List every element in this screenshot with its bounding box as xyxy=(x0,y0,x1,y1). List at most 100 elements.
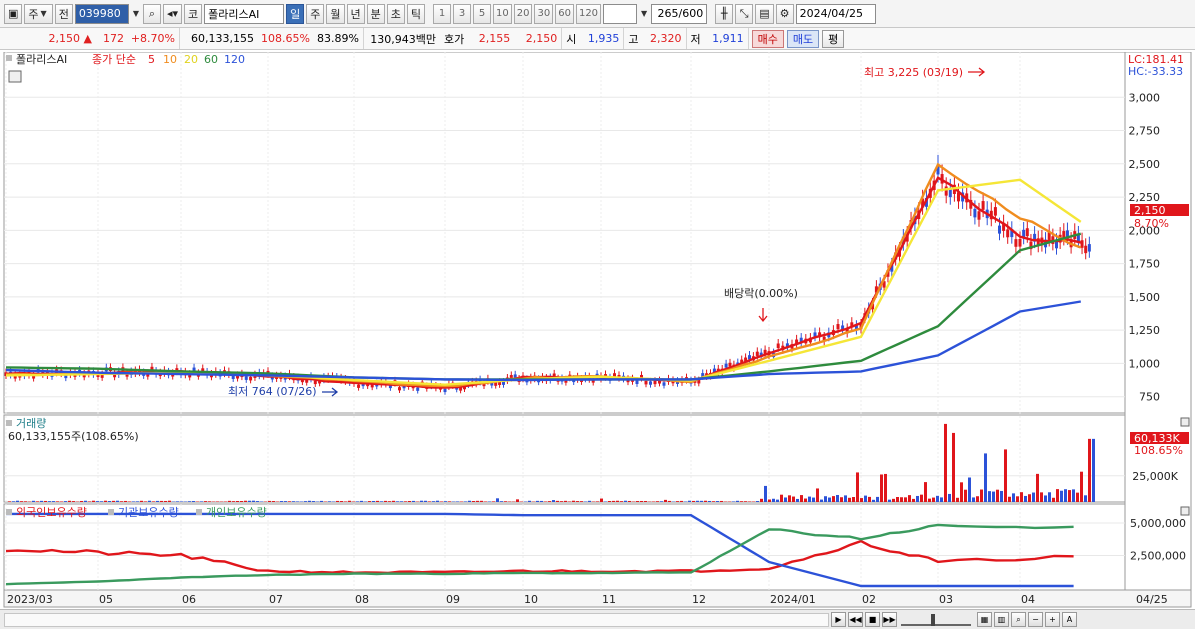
change-value: 172 xyxy=(103,32,124,45)
split-icon[interactable]: ▥ xyxy=(994,612,1009,627)
volume-bar xyxy=(600,498,603,502)
volume-bar xyxy=(896,497,899,502)
volume-bar xyxy=(228,500,231,502)
prev-button[interactable]: 전 xyxy=(54,3,73,24)
volume-bar xyxy=(1036,473,1039,502)
volume-bar xyxy=(536,500,539,502)
volume-bar xyxy=(60,501,63,502)
interval-20[interactable]: 20 xyxy=(513,3,533,24)
interval-custom-input[interactable] xyxy=(603,3,638,24)
stock-chart[interactable]: 7501,0001,2501,5001,7502,0002,2502,5002,… xyxy=(0,52,1195,609)
volume-bar xyxy=(1064,489,1067,502)
stock-code-input[interactable]: 039980 xyxy=(74,3,129,24)
period-second-tab[interactable]: 초 xyxy=(386,3,405,24)
market-select[interactable]: 주 ▼ xyxy=(24,3,53,24)
scroll-last-icon[interactable]: ▶▶ xyxy=(882,612,897,627)
window-icon[interactable]: ▣ xyxy=(4,3,23,24)
volume-bar xyxy=(1024,495,1027,502)
interval-5[interactable]: 5 xyxy=(473,3,492,24)
x-tick-label: 2024/01 xyxy=(770,593,816,606)
gear-icon[interactable]: ⚙ xyxy=(775,3,794,24)
trade-amount: 130,943백만 xyxy=(370,32,436,46)
volume-bar xyxy=(400,501,403,502)
interval-30[interactable]: 30 xyxy=(534,3,554,24)
scroll-right-icon[interactable]: ▶ xyxy=(831,612,846,627)
sell-button[interactable]: 매도 xyxy=(786,29,820,48)
open-label: 시 xyxy=(566,32,577,46)
interval-10[interactable]: 10 xyxy=(493,3,512,24)
volume-bar xyxy=(904,497,907,502)
volume-bar xyxy=(68,500,71,502)
volume-bar xyxy=(44,500,47,502)
interval-1[interactable]: 1 xyxy=(433,3,452,24)
draw-tool-icon[interactable]: ⤡ xyxy=(735,3,754,24)
volume-bar xyxy=(64,501,67,502)
period-month-tab[interactable]: 월 xyxy=(326,3,345,24)
volume-bar xyxy=(816,488,819,502)
volume-bar xyxy=(52,501,55,502)
volume-close-icon[interactable] xyxy=(1180,417,1190,427)
font-icon[interactable]: A xyxy=(1062,612,1077,627)
volume-bar xyxy=(652,501,655,502)
legend-ma20: 20 xyxy=(184,53,198,66)
layout-icon[interactable]: ▦ xyxy=(977,612,992,627)
volume-bar xyxy=(740,501,743,502)
volume-bar xyxy=(1092,438,1095,502)
eval-button[interactable]: 평 xyxy=(822,29,845,48)
volume-bar xyxy=(528,500,531,502)
zoom-in-icon[interactable]: ⌕ xyxy=(1011,612,1026,627)
volume-bar xyxy=(960,482,963,502)
volume-bar xyxy=(120,501,123,502)
candle-icon[interactable]: ╫ xyxy=(715,3,734,24)
legend-individual: 개인보유수량 xyxy=(206,506,267,519)
volume-bar xyxy=(396,501,399,502)
save-icon[interactable]: ▤ xyxy=(755,3,774,24)
price-tick-label: 3,000 xyxy=(1129,91,1161,104)
table-icon[interactable] xyxy=(8,70,22,83)
interval-3[interactable]: 3 xyxy=(453,3,472,24)
volume-bar xyxy=(932,497,935,502)
interval-60[interactable]: 60 xyxy=(555,3,574,24)
volume-bar xyxy=(428,501,431,502)
zoom-slider-knob[interactable] xyxy=(931,613,935,626)
interval-120[interactable]: 120 xyxy=(575,3,602,24)
volume-bar xyxy=(248,500,251,502)
stop-icon[interactable]: ■ xyxy=(865,612,880,627)
code-dropdown-icon[interactable]: ▼ xyxy=(131,9,141,18)
period-minute-tab[interactable]: 분 xyxy=(366,3,385,24)
period-year-tab[interactable]: 년 xyxy=(346,3,365,24)
volume-bar xyxy=(700,500,703,502)
chart-scrollbar[interactable]: ▶ ◀◀ ■ ▶▶ ▦ ▥ ⌕ − + A xyxy=(0,609,1195,629)
minus-icon[interactable]: − xyxy=(1028,612,1043,627)
search-icon[interactable]: ⌕ xyxy=(142,3,161,24)
volume-bar xyxy=(96,501,99,502)
plus-icon[interactable]: + xyxy=(1045,612,1060,627)
date-input[interactable]: 2024/04/25 xyxy=(795,3,876,24)
legend-ma60: 60 xyxy=(204,53,218,66)
volume-bar xyxy=(784,497,787,502)
count-field[interactable]: 265/600 xyxy=(651,3,708,24)
volume-bar xyxy=(388,501,391,502)
volume-bar xyxy=(1012,493,1015,502)
volume-bar xyxy=(284,501,287,502)
zoom-slider[interactable] xyxy=(901,613,971,626)
speaker-icon[interactable]: ◂▾ xyxy=(162,3,183,24)
volume-bar xyxy=(788,495,791,502)
chart-area[interactable]: 750 1,000 1,250 1,500 1,750 2,000 2,250 2,500 2,… xyxy=(0,52,1195,609)
volume-bar xyxy=(916,495,919,502)
holding-close-icon[interactable] xyxy=(1180,506,1190,516)
volume-tick-label: 25,000K xyxy=(1132,470,1178,483)
period-week-tab[interactable]: 주 xyxy=(306,3,325,24)
buy-button[interactable]: 매수 xyxy=(751,29,784,48)
volume-bar xyxy=(308,500,311,502)
scroll-track[interactable] xyxy=(4,612,829,627)
period-day-tab[interactable]: 일 xyxy=(286,3,305,24)
scroll-first-icon[interactable]: ◀◀ xyxy=(848,612,863,627)
volume-bar xyxy=(344,501,347,502)
volume-bar xyxy=(612,500,615,502)
volume-bar xyxy=(628,500,631,502)
volume-bar xyxy=(148,500,151,502)
interval-dropdown-icon[interactable]: ▼ xyxy=(639,9,649,18)
period-tick-tab[interactable]: 틱 xyxy=(406,3,426,24)
volume-bar xyxy=(548,501,551,502)
